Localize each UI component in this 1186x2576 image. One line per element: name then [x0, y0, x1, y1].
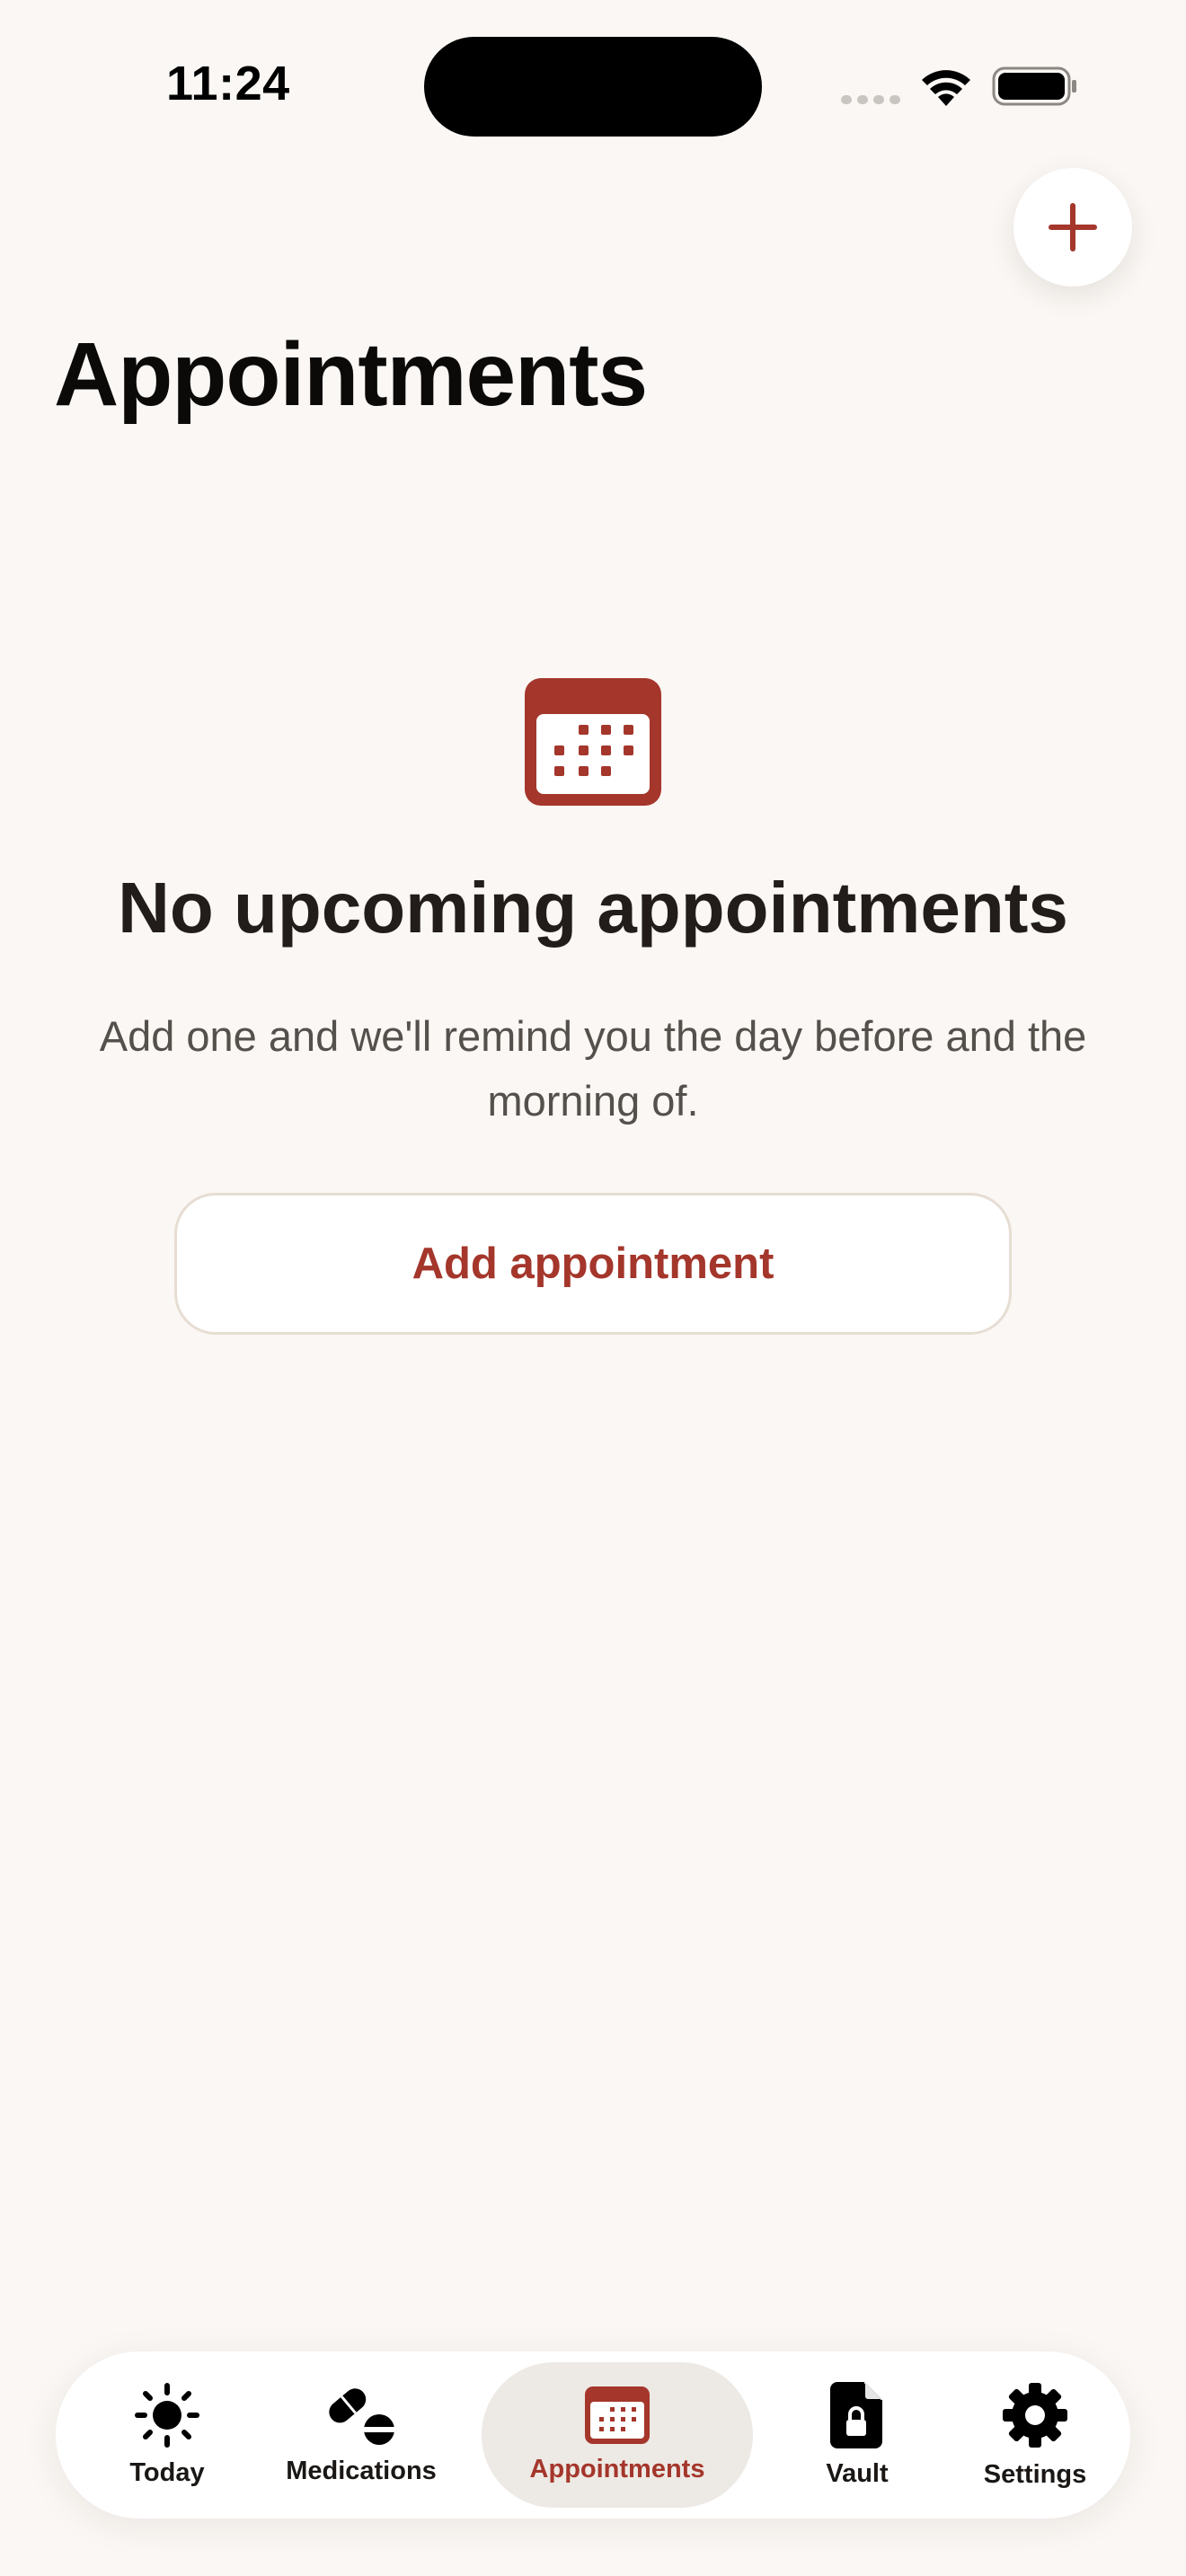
empty-state-title: No upcoming appointments [118, 868, 1068, 948]
empty-state-body: Add one and we'll remind you the day bef… [99, 1012, 1087, 1125]
gear-icon [1003, 2382, 1067, 2448]
pills-icon [329, 2387, 395, 2445]
add-appointment-button[interactable]: Add appointment [174, 1193, 1012, 1335]
calendar-icon [585, 2386, 650, 2444]
wifi-icon [922, 70, 970, 106]
plus-icon [1049, 203, 1097, 251]
locked-document-icon [830, 2381, 882, 2448]
page-title: Appointments [54, 324, 648, 425]
tab-appointments[interactable]: Appointments [482, 2351, 753, 2519]
add-appointment-fab[interactable] [1013, 168, 1132, 287]
dynamic-island [424, 37, 762, 137]
cellular-signal-icon [841, 95, 900, 104]
tab-medications[interactable]: Medications [253, 2351, 469, 2519]
tab-vault[interactable]: Vault [776, 2351, 938, 2519]
appointments-screen: 11:24 Appointments No upcoming appointme… [0, 0, 1186, 2576]
sun-icon [135, 2382, 199, 2448]
calendar-icon [525, 678, 661, 806]
tab-label: Settings [983, 2459, 1087, 2489]
tab-label: Vault [826, 2458, 889, 2488]
tab-label: Medications [286, 2456, 437, 2485]
status-time: 11:24 [166, 57, 290, 110]
tab-today[interactable]: Today [54, 2351, 280, 2519]
tab-settings[interactable]: Settings [945, 2351, 1125, 2519]
tab-label: Appointments [529, 2454, 705, 2483]
battery-icon [992, 66, 1076, 106]
tab-label: Today [129, 2457, 205, 2487]
tab-bar: Today Medications Appointments Vault Set… [56, 2351, 1130, 2519]
